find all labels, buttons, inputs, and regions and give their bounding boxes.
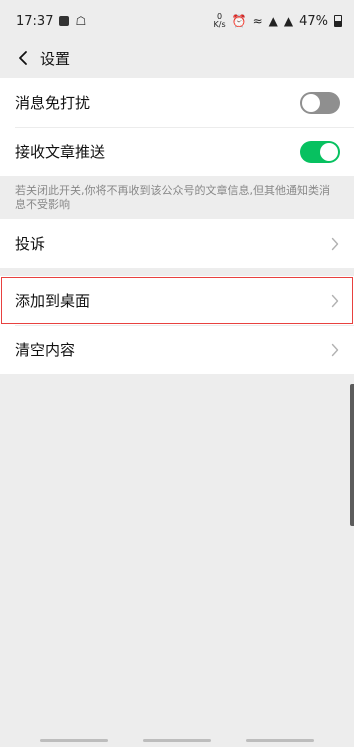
notification-icon: ☖: [75, 14, 87, 28]
add-to-desktop-label: 添加到桌面: [15, 292, 91, 310]
status-left: 17:37 ☖: [16, 14, 86, 29]
add-to-desktop-row[interactable]: 添加到桌面: [0, 276, 354, 325]
receive-articles-label: 接收文章推送: [15, 143, 106, 161]
clear-content-label: 清空内容: [15, 341, 76, 359]
chevron-right-icon: [330, 237, 340, 251]
image-icon: [59, 16, 70, 26]
recent-apps-button[interactable]: [40, 738, 108, 742]
notification-settings-group: 消息免打扰 接收文章推送: [0, 78, 354, 176]
home-button[interactable]: [143, 738, 211, 742]
signal-icon: ▲: [268, 14, 278, 28]
edge-panel-handle[interactable]: [350, 384, 354, 526]
page-title: 设置: [40, 49, 71, 68]
battery-icon: [334, 15, 342, 27]
receive-articles-toggle[interactable]: [300, 140, 340, 163]
complain-group: 投诉: [0, 219, 354, 268]
alarm-icon: ⏰: [231, 14, 247, 28]
network-speed: 0 K/s: [213, 12, 226, 29]
mute-toggle[interactable]: [300, 91, 340, 114]
mute-label: 消息免打扰: [15, 94, 91, 112]
receive-articles-note: 若关闭此开关,你将不再收到该公众号的文章信息,但其他通知类消息不受影响: [15, 184, 330, 211]
chevron-left-icon: [19, 51, 27, 65]
signal-icon: ▲: [283, 14, 294, 28]
complain-row[interactable]: 投诉: [0, 219, 354, 268]
status-bar: 17:37 ☖ 0 K/s ⏰ ≈ ▲ ▲ 47%: [0, 0, 354, 42]
actions-group: 添加到桌面 清空内容: [0, 276, 354, 374]
wifi-icon: ≈: [252, 14, 263, 28]
chevron-right-icon: [330, 294, 340, 308]
mute-row: 消息免打扰: [0, 78, 354, 127]
complain-label: 投诉: [15, 235, 46, 253]
back-nav-button[interactable]: [246, 738, 314, 742]
header: 设置: [0, 42, 354, 74]
system-navigation-bar: [0, 733, 354, 747]
receive-articles-row: 接收文章推送: [0, 127, 354, 176]
clear-content-row[interactable]: 清空内容: [0, 325, 354, 374]
status-time: 17:37: [16, 13, 54, 29]
toggle-knob: [302, 93, 320, 112]
chevron-right-icon: [330, 343, 340, 357]
battery-percent: 47%: [299, 13, 328, 29]
status-right: 0 K/s ⏰ ≈ ▲ ▲ 47%: [213, 12, 342, 29]
toggle-knob: [320, 142, 338, 161]
back-button[interactable]: [12, 47, 34, 69]
